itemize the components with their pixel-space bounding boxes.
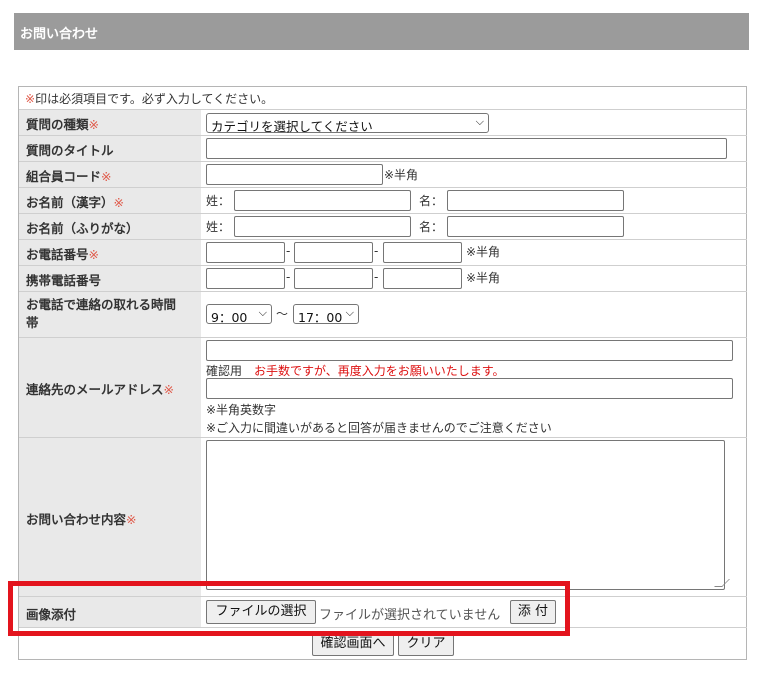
email-confirm-input[interactable] <box>206 378 733 399</box>
page-title: お問い合わせ <box>20 27 99 42</box>
inquiry-textarea[interactable] <box>206 440 730 590</box>
confirm-button[interactable]: 確認画面へ <box>312 632 394 656</box>
question-type-value: カテゴリを選択してください <box>211 119 373 134</box>
row-divider <box>19 291 747 292</box>
sei-kanji-label: 姓： <box>206 194 231 208</box>
chevron-down-icon: ⌵ <box>258 306 267 319</box>
choose-file-button[interactable]: ファイルの選択 <box>206 600 316 624</box>
mei-kanji-label: 名： <box>419 194 444 208</box>
row-divider <box>19 596 747 597</box>
mobile-note: ※半角 <box>466 271 501 285</box>
mobile-separator: - <box>286 270 291 284</box>
sei-kanji-input[interactable] <box>234 190 411 211</box>
label-inquiry: お問い合わせ内容※ <box>26 512 137 527</box>
phone-input-3[interactable] <box>383 242 462 263</box>
time-from-select[interactable]: 9：00 ⌵ <box>206 304 272 325</box>
row-divider <box>19 213 747 214</box>
mobile-separator: - <box>374 270 379 284</box>
email-confirm-note: お手数ですが、再度入力をお願いいたします。 <box>254 364 505 378</box>
row-divider <box>19 239 747 240</box>
phone-separator: - <box>374 244 379 258</box>
clear-button[interactable]: クリア <box>398 632 454 656</box>
phone-input-2[interactable] <box>294 242 373 263</box>
mobile-input-2[interactable] <box>294 268 373 289</box>
label-contact-time: お電話で連絡の取れる時間帯 <box>26 297 177 330</box>
row-divider <box>19 437 747 438</box>
label-phone: お電話番号※ <box>26 247 99 262</box>
label-email: 連絡先のメールアドレス※ <box>26 382 174 397</box>
sei-kana-label: 姓： <box>206 220 231 234</box>
label-member-code: 組合員コード※ <box>26 169 112 184</box>
row-divider <box>19 135 747 136</box>
time-tilde: ～ <box>276 307 289 321</box>
attach-button[interactable]: 添 付 <box>510 600 556 624</box>
page-header: お問い合わせ <box>14 13 749 50</box>
mobile-input-1[interactable] <box>206 268 285 289</box>
row-divider <box>19 265 747 266</box>
mei-kana-input[interactable] <box>447 216 624 237</box>
member-code-input[interactable] <box>206 164 383 185</box>
label-name-kana: お名前（ふりがな） <box>26 221 139 236</box>
phone-separator: - <box>286 244 291 258</box>
sei-kana-input[interactable] <box>234 216 411 237</box>
phone-input-1[interactable] <box>206 242 285 263</box>
label-image: 画像添付 <box>26 607 77 622</box>
row-divider <box>19 161 747 162</box>
no-file-text: ファイルが選択されていません <box>319 608 501 623</box>
label-question-type: 質問の種類※ <box>26 117 99 132</box>
mobile-input-3[interactable] <box>383 268 462 289</box>
question-type-select[interactable]: カテゴリを選択してください ⌵ <box>206 113 489 134</box>
phone-note: ※半角 <box>466 245 501 259</box>
question-title-input[interactable] <box>206 138 727 159</box>
email-note-2: ※ご入力に間違いがあると回答が届きませんのでご注意ください <box>206 421 552 435</box>
time-to-value: 17：00 <box>298 310 343 325</box>
email-note-1: ※半角英数字 <box>206 403 277 417</box>
row-divider <box>19 627 747 628</box>
label-mobile: 携帯電話番号 <box>26 273 102 288</box>
chevron-down-icon: ⌵ <box>475 115 484 128</box>
mei-kana-label: 名： <box>419 220 444 234</box>
chevron-down-icon: ⌵ <box>345 306 354 319</box>
label-question-title: 質問のタイトル <box>26 143 114 158</box>
required-notice-text: 印は必須項目です。必ず入力してください。 <box>35 92 274 106</box>
label-name-kanji: お名前（漢字）※ <box>26 195 124 210</box>
mei-kanji-input[interactable] <box>447 190 624 211</box>
email-confirm-label: 確認用 <box>206 364 243 378</box>
row-divider <box>19 187 747 188</box>
time-to-select[interactable]: 17：00 ⌵ <box>293 304 359 325</box>
member-code-note: ※半角 <box>384 168 419 182</box>
time-from-value: 9：00 <box>211 310 248 325</box>
required-notice: ※印は必須項目です。必ず入力してください。 <box>25 90 273 107</box>
row-divider <box>19 109 747 110</box>
required-mark: ※ <box>25 92 36 106</box>
row-divider <box>19 337 747 338</box>
email-input[interactable] <box>206 340 733 361</box>
